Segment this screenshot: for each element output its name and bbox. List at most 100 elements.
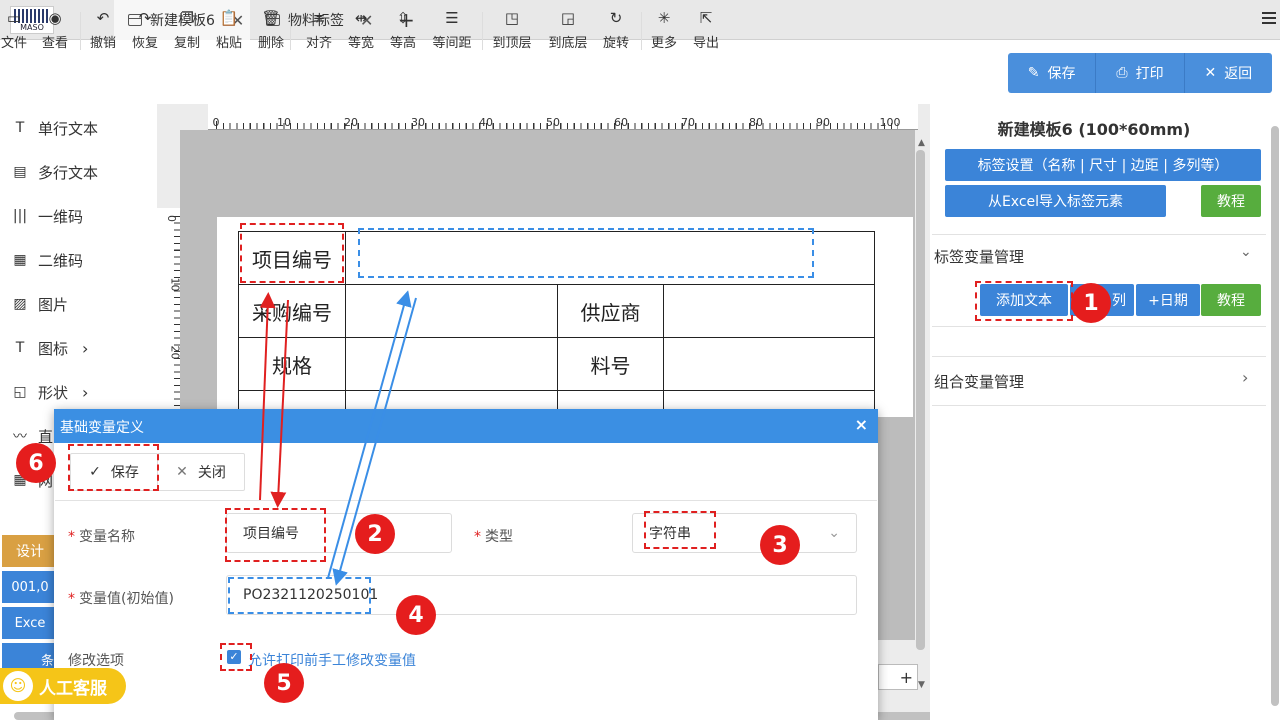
copy-button[interactable]: ❐ 复制 [165,8,209,51]
equal-spacing-button[interactable]: ☰ 等间距 [423,8,481,51]
chevron-right-icon: › [82,338,89,358]
ruler-top: 0 10 20 30 40 50 60 70 80 90 100 [208,104,918,130]
icon-item[interactable]: T 图标 › [12,337,89,359]
design-button[interactable]: 设计 [2,535,58,567]
same-width-icon: ⇹ [354,9,368,27]
same-height-button[interactable]: ⇳ 等高 [381,8,425,51]
cell-spec-value[interactable] [345,337,558,391]
step-badge-5: 5 [264,663,304,703]
image-item[interactable]: ▨ 图片 [12,293,68,315]
chevron-down-icon[interactable]: ⌄ [1240,244,1252,260]
ruler-left: 0 10 20 [157,208,182,428]
same-height-icon: ⇳ [396,9,410,27]
printer-icon: ⎙ [1116,65,1128,81]
chevron-right-icon: › [82,382,89,402]
print-button[interactable]: ⎙ 打印 [1096,53,1185,93]
multi-line-text-item[interactable]: ▤ 多行文本 [12,161,98,183]
qrcode-item[interactable]: ▦ 二维码 [12,249,83,271]
close-icon: ✕ [176,464,188,480]
divider [932,405,1266,406]
template-title: 新建模板6 (100*60mm) [997,120,1191,139]
right-scrollbar[interactable] [1271,126,1279,706]
send-bottom-button[interactable]: ◲ 到底层 [544,8,592,51]
bring-top-button[interactable]: ◳ 到顶层 [488,8,536,51]
paste-button[interactable]: 📋 粘贴 [207,8,251,51]
dialog-title: 基础变量定义 [60,420,144,436]
trash-icon: 🗑 [261,9,281,27]
delete-button[interactable]: 🗑 删除 [249,8,293,51]
shape-icon: ◱ [13,384,27,400]
label-settings-button[interactable]: 标签设置（名称 | 尺寸 | 边距 | 多列等） [945,149,1261,181]
dialog-close-button[interactable]: ✕ 关闭 [157,453,245,491]
step-badge-2: 2 [355,514,395,554]
divider [290,12,291,50]
cell-spec[interactable]: 规格 [238,337,346,391]
combo-section-title[interactable]: 组合变量管理 [934,371,1024,392]
spacing-icon: ☰ [445,9,459,27]
text-icon: T [15,120,25,136]
highlight-add-text [975,281,1073,321]
vertical-scrollbar[interactable] [916,150,925,650]
action-buttons: ✎ 保存 ⎙ 打印 ✕ 返回 [1008,53,1272,93]
variable-section-title[interactable]: 标签变量管理 [934,246,1024,267]
back-button[interactable]: ✕ 返回 [1185,53,1272,93]
highlight-value [228,577,371,614]
more-icon: ✳ [657,9,671,27]
single-line-text-item[interactable]: T 单行文本 [12,117,98,139]
barcode-item[interactable]: ||| 一维码 [12,205,83,227]
align-button[interactable]: ≡ 对齐 [297,8,341,51]
option-label: 修改选项 [68,653,124,669]
divider [932,326,1266,327]
view-button[interactable]: ◉ 查看 [33,8,77,51]
highlight-name [225,508,326,562]
send-back-icon: ◲ [560,9,576,27]
dialog-close-icon[interactable]: × [855,415,868,434]
cell-part-value[interactable] [663,337,875,391]
bring-front-icon: ◳ [504,9,520,27]
more-button[interactable]: ✳ 更多 [642,8,686,51]
variable-tutorial-button[interactable]: 教程 [1201,284,1261,316]
align-icon: ≡ [312,9,326,27]
cell-supplier[interactable]: 供应商 [557,284,664,338]
highlight-save [68,444,159,491]
image-icon: ▨ [13,296,27,312]
export-icon: ⇱ [699,9,713,27]
highlight-value-cell [358,228,814,278]
redo-icon: ↷ [138,9,152,27]
cell-supplier-value[interactable] [663,284,875,338]
file-icon: ▭ [6,9,22,27]
same-width-button[interactable]: ⇹ 等宽 [339,8,383,51]
text-icon: T [15,340,25,356]
menu-icon[interactable] [1262,12,1276,24]
cell-purchase-no[interactable]: 采购编号 [238,284,346,338]
paste-icon: 📋 [219,9,239,27]
step-badge-6: 6 [16,443,56,483]
scroll-down-icon[interactable]: ▼ [918,680,925,690]
file-button[interactable]: ▭ 文件 [0,8,36,51]
save-button[interactable]: ✎ 保存 [1008,53,1097,93]
zoom-in-button[interactable]: + [878,664,918,690]
divider [482,12,483,50]
scroll-up-icon[interactable]: ▲ [918,138,925,148]
export-button[interactable]: ⇱ 导出 [684,8,728,51]
import-excel-button[interactable]: 从Excel导入标签元素 [945,185,1166,217]
undo-button[interactable]: ↶ 撤销 [81,8,125,51]
headset-icon: ☺ [3,671,33,701]
cell-purchase-value[interactable] [345,284,558,338]
tutorial-button[interactable]: 教程 [1201,185,1261,217]
shape-item[interactable]: ◱ 形状 › [12,381,88,403]
chevron-right-icon[interactable]: › [1242,368,1248,387]
add-date-button[interactable]: +日期 [1136,284,1200,316]
value-label: * 变量值(初始值) [68,591,174,607]
highlight-project-no [240,223,344,283]
excel-button[interactable]: Exce [2,607,58,639]
customer-service-button[interactable]: ☺ 人工客服 [0,668,126,704]
cell-part-no[interactable]: 料号 [557,337,664,391]
edit-icon: ✎ [1027,65,1040,81]
redo-button[interactable]: ↷ 恢复 [123,8,167,51]
dialog-header: 基础变量定义 × [54,409,878,443]
divider [932,356,1266,357]
serial-button[interactable]: 001,0 [2,571,58,603]
chevron-down-icon: ⌄ [828,525,840,541]
rotate-button[interactable]: ↻ 旋转 [594,8,638,51]
